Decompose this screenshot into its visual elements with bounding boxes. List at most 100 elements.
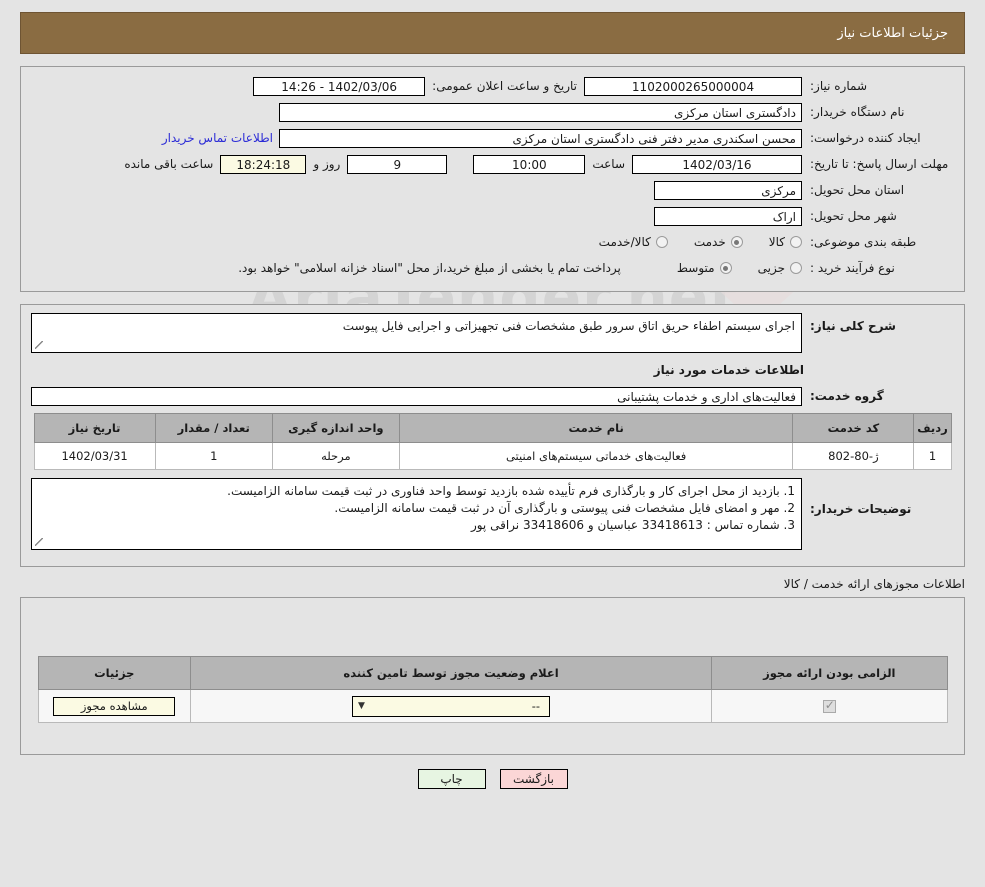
row-response-deadline: مهلت ارسال پاسخ: تا تاریخ: 1402/03/16 سا… (31, 153, 954, 175)
cell-quantity: 1 (154, 442, 273, 470)
radio-label-minor: جزیی (757, 261, 785, 275)
cell-permit-status: ▼ -- (190, 689, 713, 723)
page-title: جزئیات اطلاعات نیاز (837, 25, 948, 41)
permit-status-value: -- (531, 699, 541, 713)
permit-status-select[interactable]: ▼ -- (352, 695, 551, 717)
buyer-notes-value[interactable]: 1. بازدید از محل اجرای کار و بارگذاری فر… (31, 478, 802, 550)
table-header-row: ردیف کد خدمت نام خدمت واحد اندازه گیری ت… (33, 413, 952, 443)
buyer-org-label: نام دستگاه خریدار: (810, 105, 905, 119)
purchase-process-note: پرداخت تمام یا بخشی از مبلغ خرید،از محل … (238, 261, 621, 275)
purchase-process-label: نوع فرآیند خرید : (810, 261, 895, 275)
general-description-label: شرح کلی نیاز: (810, 319, 896, 333)
cell-row-index: 1 (913, 442, 952, 470)
view-permit-button[interactable]: مشاهده مجوز (53, 696, 176, 716)
buyer-note-line: 2. مهر و امضای فایل مشخصات فنی پیوستی و … (334, 501, 795, 515)
buyer-contact-link[interactable]: اطلاعات تماس خریدار (156, 131, 279, 145)
delivery-province-value: مرکزی (654, 180, 802, 200)
buyer-note-line: 1. بازدید از محل اجرای کار و بارگذاری فر… (227, 484, 795, 498)
row-need-number: شماره نیاز: 1102000265000004 تاریخ و ساع… (31, 75, 954, 97)
delivery-province-label: استان محل تحویل: (810, 183, 905, 197)
need-number-label: شماره نیاز: (810, 79, 867, 93)
delivery-city-label: شهر محل تحویل: (810, 209, 897, 223)
buyer-note-line: 3. شماره تماس : 33418613 عباسیان و 33418… (470, 518, 795, 532)
row-service-group: گروه خدمت: فعالیت‌های اداری و خدمات پشتی… (31, 385, 954, 407)
th-unit: واحد اندازه گیری (271, 413, 400, 443)
radio-label-service: خدمت (693, 235, 726, 249)
permits-section-label: اطلاعات مجوزهای ارائه خدمت / کالا (783, 577, 965, 591)
th-need-date: تاریخ نیاز (33, 413, 156, 443)
permits-header-row: الزامی بودن ارائه مجوز اعلام وضعیت مجوز … (37, 656, 948, 690)
radio-category-service[interactable]: خدمت (694, 235, 743, 249)
service-group-value: فعالیت‌های اداری و خدمات پشتیبانی (31, 386, 802, 406)
radio-process-medium[interactable]: متوسط (677, 261, 732, 275)
cell-service-code: ژ-80-802 (792, 442, 915, 470)
need-description-panel: شرح کلی نیاز: اجرای سیستم اطفاء حریق اتا… (20, 304, 965, 567)
public-announce-label: تاریخ و ساعت اعلان عمومی: (432, 79, 577, 93)
row-buyer-org: نام دستگاه خریدار: دادگستری استان مرکزی (31, 101, 954, 123)
row-delivery-province: استان محل تحویل: مرکزی (31, 179, 954, 201)
need-number-value: 1102000265000004 (584, 76, 802, 96)
buyer-notes-label: توضیحات خریدار: (810, 502, 912, 516)
chevron-down-icon: ▼ (358, 701, 365, 711)
radio-dot-medium[interactable] (719, 262, 732, 274)
row-buyer-notes: توضیحات خریدار: 1. بازدید از محل اجرای ک… (31, 478, 954, 550)
radio-category-goods[interactable]: کالا (769, 235, 802, 249)
cell-permit-details: مشاهده مجوز (37, 689, 192, 723)
radio-label-goods: کالا (768, 235, 785, 249)
request-creator-label: ایجاد کننده درخواست: (810, 131, 921, 145)
deadline-hour-label: ساعت (592, 157, 625, 171)
radio-label-medium: متوسط (676, 261, 715, 275)
permit-required-checkbox (822, 698, 836, 713)
cell-need-date: 1402/03/31 (33, 442, 156, 470)
request-creator-value: محسن اسکندری مدیر دفتر فنی دادگستری استا… (279, 128, 802, 148)
service-items-table: ردیف کد خدمت نام خدمت واحد اندازه گیری ت… (33, 413, 952, 470)
subject-category-radio-group[interactable]: کالا خدمت کالا/خدمت (573, 235, 802, 249)
subject-category-label: طبقه بندی موضوعی: (810, 235, 917, 249)
page-header-bar: جزئیات اطلاعات نیاز (20, 12, 965, 54)
radio-dot-goods[interactable] (790, 236, 802, 248)
radio-dot-minor[interactable] (790, 262, 802, 274)
print-button[interactable]: چاپ (417, 769, 486, 789)
radio-dot-goods-service[interactable] (655, 236, 668, 248)
buyer-org-value: دادگستری استان مرکزی (279, 102, 802, 122)
radio-label-goods-service: کالا/خدمت (598, 235, 651, 249)
th-permit-details: جزئیات (37, 656, 192, 690)
th-quantity: تعداد / مقدار (154, 413, 273, 443)
radio-process-minor[interactable]: جزیی (758, 261, 802, 275)
services-section-title: اطلاعات خدمات مورد نیاز (653, 363, 804, 377)
public-announce-value: 1402/03/06 - 14:26 (253, 76, 426, 96)
cell-permit-required (711, 689, 948, 723)
th-permit-status: اعلام وضعیت مجوز توسط تامین کننده (190, 656, 713, 690)
permits-row: ▼ -- مشاهده مجوز (37, 689, 948, 723)
th-permit-required: الزامی بودن ارائه مجوز (711, 656, 948, 690)
back-button[interactable]: بازگشت (499, 769, 568, 789)
cell-unit: مرحله (271, 442, 400, 470)
deadline-date-value: 1402/03/16 (632, 154, 802, 174)
remaining-countdown-label: ساعت باقی مانده (124, 157, 214, 171)
remaining-days-value: 9 (347, 154, 448, 174)
purchase-process-radio-group[interactable]: جزیی متوسط (651, 261, 802, 275)
response-deadline-label: مهلت ارسال پاسخ: تا تاریخ: (810, 157, 949, 171)
row-request-creator: ایجاد کننده درخواست: محسن اسکندری مدیر د… (31, 127, 954, 149)
radio-category-goods-service[interactable]: کالا/خدمت (599, 235, 668, 249)
remaining-days-label: روز و (313, 157, 341, 171)
delivery-city-value: اراک (654, 206, 802, 226)
remaining-countdown-value: 18:24:18 (220, 154, 307, 174)
row-general-description: شرح کلی نیاز: اجرای سیستم اطفاء حریق اتا… (31, 313, 954, 353)
th-service-code: کد خدمت (792, 413, 915, 443)
table-row: 1 ژ-80-802 فعالیت‌های خدماتی سیستم‌های ا… (33, 442, 952, 470)
th-row-index: ردیف (913, 413, 952, 443)
need-info-panel: شماره نیاز: 1102000265000004 تاریخ و ساع… (20, 66, 965, 292)
row-purchase-process: نوع فرآیند خرید : جزیی متوسط پرداخت تمام… (31, 257, 954, 279)
footer-button-bar: بازگشت چاپ (0, 769, 985, 789)
service-group-label: گروه خدمت: (810, 389, 884, 403)
general-description-value[interactable]: اجرای سیستم اطفاء حریق اتاق سرور طبق مشخ… (31, 313, 802, 353)
permits-panel: الزامی بودن ارائه مجوز اعلام وضعیت مجوز … (20, 597, 965, 755)
permits-table: الزامی بودن ارائه مجوز اعلام وضعیت مجوز … (37, 656, 948, 723)
cell-service-name: فعالیت‌های خدماتی سیستم‌های امنیتی (398, 442, 794, 470)
row-subject-category: طبقه بندی موضوعی: کالا خدمت کالا/خدمت (31, 231, 954, 253)
th-service-name: نام خدمت (398, 413, 794, 443)
radio-dot-service[interactable] (730, 236, 743, 248)
row-delivery-city: شهر محل تحویل: اراک (31, 205, 954, 227)
deadline-hour-value: 10:00 (473, 154, 586, 174)
